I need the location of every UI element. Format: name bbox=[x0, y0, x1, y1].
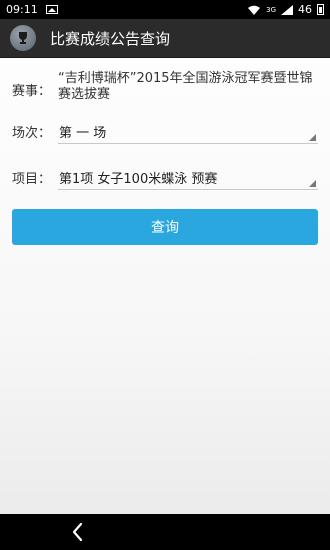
status-left: 09:11 bbox=[6, 3, 58, 16]
dropdown-arrow-icon bbox=[309, 134, 316, 141]
session-row: 场次： 第 一 场 bbox=[12, 118, 318, 146]
dropdown-arrow-icon bbox=[309, 180, 316, 187]
status-right: 3G 46 bbox=[247, 3, 324, 16]
network-mode-label: 3G bbox=[266, 5, 276, 14]
status-bar: 09:11 3G 46 bbox=[0, 0, 330, 19]
event-label: 赛事： bbox=[12, 84, 52, 99]
query-button[interactable]: 查询 bbox=[12, 209, 318, 245]
item-label: 项目： bbox=[12, 172, 52, 187]
event-value: “吉利博瑞杯”2015年全国游泳冠军赛暨世锦赛选拔赛 bbox=[58, 71, 313, 102]
nav-bar bbox=[0, 514, 330, 550]
session-spinner[interactable]: 第 一 场 bbox=[58, 118, 318, 144]
item-row: 项目： 第1项 女子100米蝶泳 预赛 bbox=[12, 164, 318, 192]
page-title: 比赛成绩公告查询 bbox=[50, 29, 171, 48]
trophy-icon bbox=[10, 25, 36, 51]
item-spinner[interactable]: 第1项 女子100米蝶泳 预赛 bbox=[58, 164, 318, 190]
status-time: 09:11 bbox=[6, 3, 38, 16]
back-chevron-icon[interactable] bbox=[68, 521, 88, 543]
app-bar: 比赛成绩公告查询 bbox=[0, 19, 330, 58]
item-value: 第1项 女子100米蝶泳 预赛 bbox=[59, 172, 218, 187]
network-label: 46 bbox=[298, 3, 312, 16]
signal-icon bbox=[281, 4, 293, 15]
battery-icon bbox=[317, 4, 324, 15]
image-notification-icon bbox=[45, 5, 58, 14]
event-row: 赛事： “吉利博瑞杯”2015年全国游泳冠军赛暨世锦赛选拔赛 bbox=[12, 71, 318, 103]
session-value: 第 一 场 bbox=[59, 126, 107, 141]
wifi-icon bbox=[248, 5, 261, 15]
session-label: 场次： bbox=[12, 126, 52, 141]
